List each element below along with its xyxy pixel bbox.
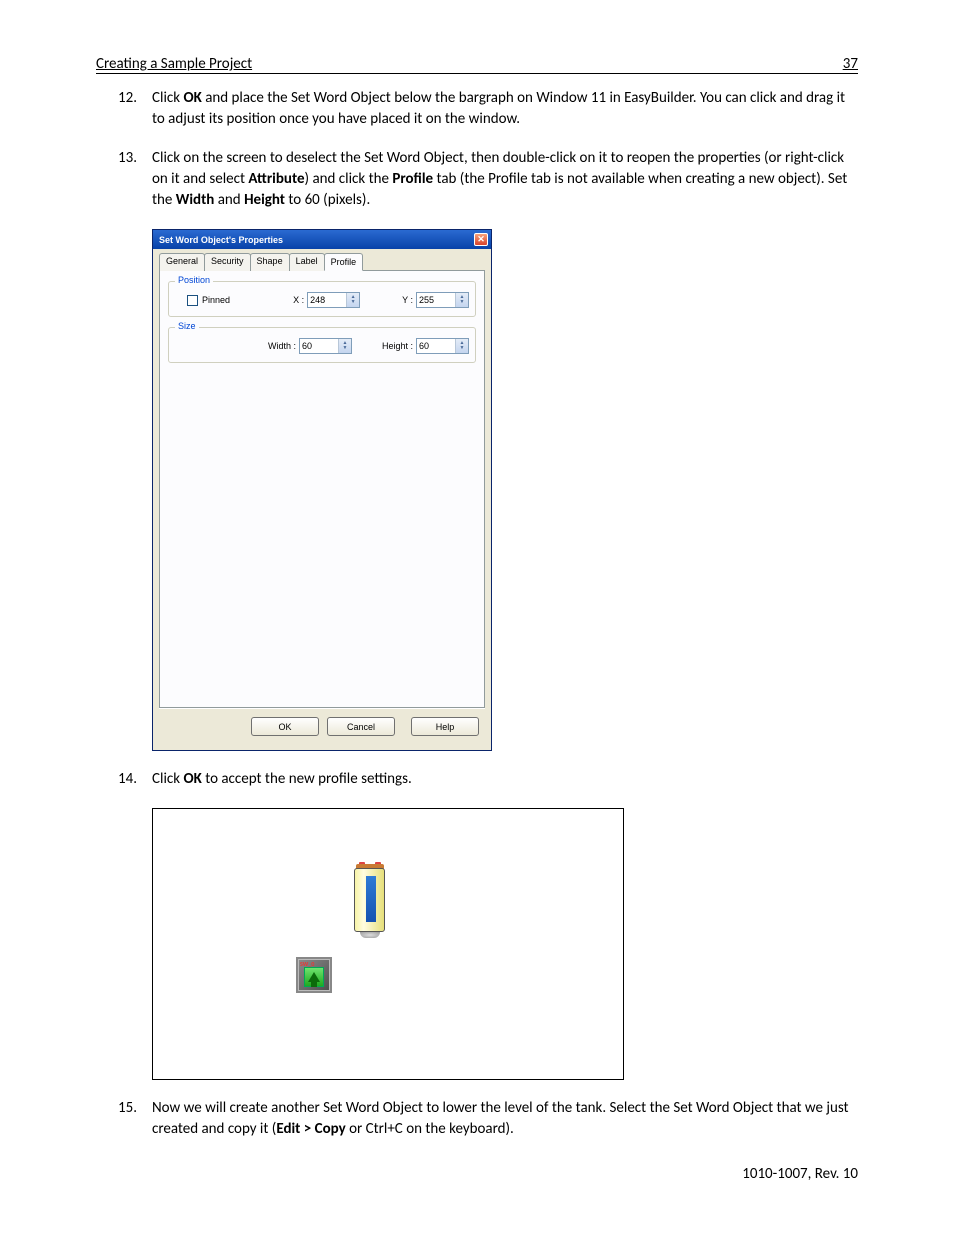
x-label: X : <box>293 295 304 305</box>
tab-strip: General Security Shape Label Profile <box>159 253 485 271</box>
step-12: 12. Click OK and place the Set Word Obje… <box>118 88 858 130</box>
arrow-up-icon <box>304 967 324 987</box>
doc-footer: 1010-1007, Rev. 10 <box>742 1165 858 1183</box>
spinner-icon[interactable]: ▲▼ <box>455 339 468 353</box>
running-header: Creating a Sample Project 37 <box>96 55 858 74</box>
header-title: Creating a Sample Project <box>96 55 252 73</box>
spinner-icon[interactable]: ▲▼ <box>338 339 351 353</box>
set-word-up-button[interactable]: SW_0 <box>296 957 332 993</box>
y-label: Y : <box>402 295 413 305</box>
y-input[interactable]: ▲▼ <box>416 292 469 308</box>
step-number: 15. <box>118 1098 152 1140</box>
properties-dialog-screenshot: Set Word Object's Properties ✕ General S… <box>152 229 858 751</box>
tab-panel-profile: Position Pinned X : ▲▼ <box>159 270 485 708</box>
properties-dialog: Set Word Object's Properties ✕ General S… <box>152 229 492 751</box>
ok-bold: OK <box>183 89 201 107</box>
group-size: Size Width : ▲▼ Height : <box>168 327 476 363</box>
step-number: 12. <box>118 88 152 130</box>
cancel-button[interactable]: Cancel <box>327 717 395 736</box>
step-14: 14. Click OK to accept the new profile s… <box>118 769 858 790</box>
step-13: 13. Click on the screen to deselect the … <box>118 148 858 211</box>
spinner-icon[interactable]: ▲▼ <box>455 293 468 307</box>
window-preview: SW_0 <box>152 808 624 1080</box>
close-icon[interactable]: ✕ <box>474 233 488 246</box>
tab-shape[interactable]: Shape <box>250 253 290 271</box>
dialog-title: Set Word Object's Properties <box>159 235 283 245</box>
pinned-checkbox[interactable]: Pinned <box>187 295 230 306</box>
x-input[interactable]: ▲▼ <box>307 292 360 308</box>
dialog-button-row: OK Cancel Help <box>159 708 485 744</box>
width-value[interactable] <box>300 339 338 353</box>
step-15: 15. Now we will create another Set Word … <box>118 1098 858 1140</box>
height-value[interactable] <box>417 339 455 353</box>
tab-security[interactable]: Security <box>204 253 251 271</box>
spinner-icon[interactable]: ▲▼ <box>346 293 359 307</box>
tab-profile[interactable]: Profile <box>324 253 364 271</box>
pinned-label: Pinned <box>202 295 230 305</box>
group-legend: Position <box>175 275 213 285</box>
height-label: Height : <box>382 341 413 351</box>
bargraph-battery-icon <box>353 862 387 938</box>
step-number: 13. <box>118 148 152 211</box>
step-number: 14. <box>118 769 152 790</box>
y-value[interactable] <box>417 293 455 307</box>
help-button[interactable]: Help <box>411 717 479 736</box>
page-number: 37 <box>843 55 858 73</box>
dialog-titlebar: Set Word Object's Properties ✕ <box>153 230 491 249</box>
height-input[interactable]: ▲▼ <box>416 338 469 354</box>
width-label: Width : <box>268 341 296 351</box>
group-legend: Size <box>175 321 199 331</box>
x-value[interactable] <box>308 293 346 307</box>
checkbox-icon <box>187 295 198 306</box>
width-input[interactable]: ▲▼ <box>299 338 352 354</box>
tab-label[interactable]: Label <box>289 253 325 271</box>
ok-button[interactable]: OK <box>251 717 319 736</box>
tab-general[interactable]: General <box>159 253 205 271</box>
group-position: Position Pinned X : ▲▼ <box>168 281 476 317</box>
